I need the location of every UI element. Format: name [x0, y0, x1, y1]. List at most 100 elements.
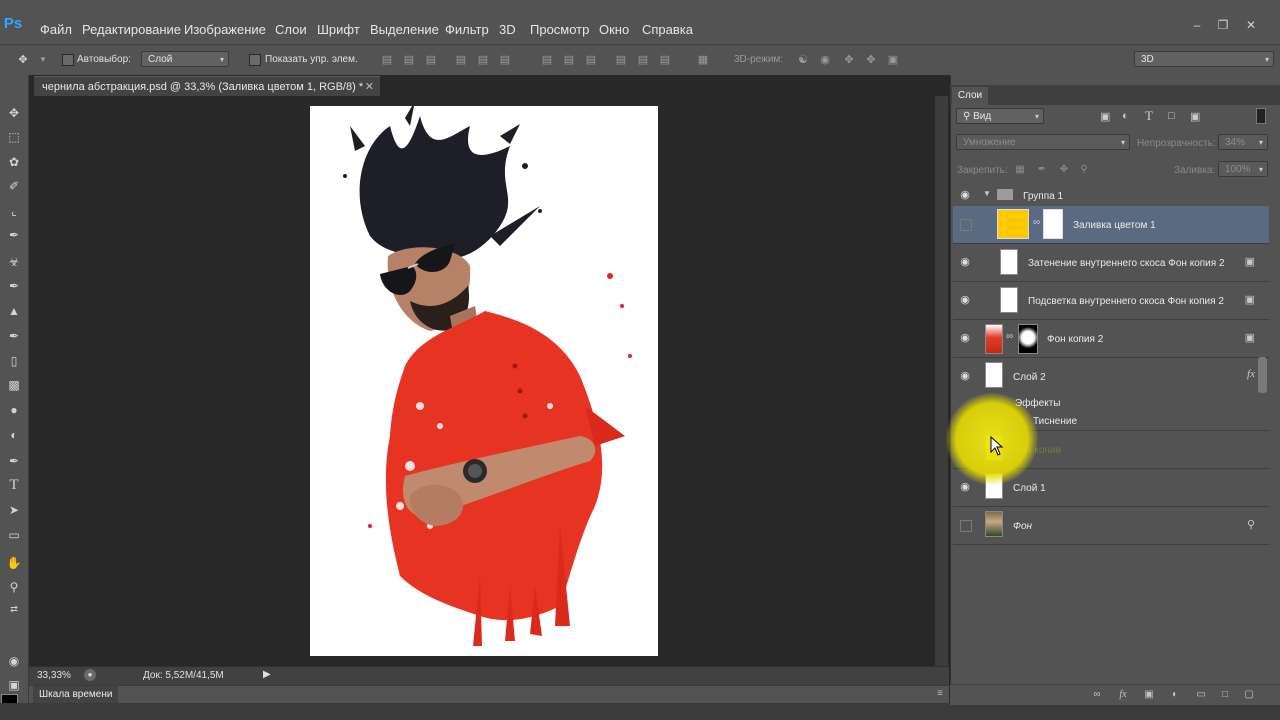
close-icon[interactable]: ✕: [1242, 16, 1260, 34]
menu-edit[interactable]: Редактирование: [82, 22, 181, 37]
filter-pixel-icon[interactable]: ▣: [1100, 110, 1110, 123]
screen-mode-icon[interactable]: ▣: [4, 675, 24, 695]
distribute-bottom-icon[interactable]: ▤: [584, 53, 598, 67]
link-icon[interactable]: ∞: [1033, 217, 1040, 228]
marquee-tool-icon[interactable]: ⬚: [4, 127, 24, 147]
gradient-tool-icon[interactable]: ▩: [4, 375, 24, 395]
distribute-left-icon[interactable]: ▤: [614, 53, 628, 67]
add-style-icon[interactable]: fx: [1116, 688, 1130, 702]
visibility-off-box[interactable]: [960, 219, 972, 231]
play-arrow-icon[interactable]: ▶: [263, 669, 271, 680]
hand-tool-icon[interactable]: ✋: [4, 553, 24, 573]
quick-select-tool-icon[interactable]: ✐: [4, 176, 24, 196]
menu-image[interactable]: Изображение: [184, 22, 266, 37]
lock-transparent-icon[interactable]: ▦: [1014, 164, 1026, 176]
layer-inner-bevel-shadow[interactable]: ◉ Затенение внутреннего скоса Фон копия …: [953, 244, 1269, 282]
align-bottom-icon[interactable]: ▤: [424, 53, 438, 67]
fill-input[interactable]: 100% ▾: [1218, 161, 1268, 177]
autoselect-select[interactable]: Слой ▾: [141, 51, 229, 67]
eraser-tool-icon[interactable]: ▯: [4, 351, 24, 371]
eye-icon[interactable]: ◉: [957, 479, 973, 495]
lock-pixels-icon[interactable]: ✒: [1036, 164, 1048, 176]
type-tool-icon[interactable]: T: [4, 475, 24, 495]
lock-all-icon[interactable]: ⚲: [1078, 164, 1090, 176]
filter-smart-object-icon[interactable]: ▣: [1190, 110, 1200, 123]
workspace-select[interactable]: 3D ▾: [1134, 51, 1274, 67]
status-info-icon[interactable]: ●: [84, 669, 96, 681]
layer-mask-thumbnail[interactable]: [1043, 209, 1063, 239]
menu-window[interactable]: Окно: [599, 22, 629, 37]
quick-mask-icon[interactable]: ◉: [4, 651, 24, 671]
filter-toggle-switch[interactable]: [1256, 108, 1266, 124]
filter-adjustment-icon[interactable]: ◐: [1122, 110, 1129, 122]
slide-3d-icon[interactable]: ✥: [864, 53, 878, 67]
layer-thumbnail[interactable]: [1000, 249, 1018, 275]
minimize-icon[interactable]: –: [1188, 16, 1206, 34]
eye-icon[interactable]: ◉: [957, 187, 973, 203]
video-camera-icon[interactable]: ▣: [886, 53, 900, 67]
add-mask-icon[interactable]: ▣: [1142, 688, 1156, 702]
eye-icon[interactable]: ◉: [957, 368, 973, 384]
canvas-scrollbar[interactable]: [935, 96, 948, 666]
show-transform-checkbox[interactable]: [249, 54, 261, 66]
fill-color-thumbnail[interactable]: [997, 209, 1029, 239]
brush-tool-icon[interactable]: ✒: [4, 276, 24, 296]
distribute-top-icon[interactable]: ▤: [540, 53, 554, 67]
link-icon[interactable]: ∞: [1006, 331, 1013, 342]
lasso-tool-icon[interactable]: ✿: [4, 152, 24, 172]
chevron-down-icon[interactable]: ▼: [983, 189, 991, 198]
menu-file[interactable]: Файл: [40, 22, 72, 37]
healing-brush-tool-icon[interactable]: ☣: [4, 252, 24, 272]
menu-filter[interactable]: Фильтр: [445, 22, 489, 37]
move-tool-icon[interactable]: ✥: [16, 53, 30, 67]
close-tab-icon[interactable]: ✕: [365, 77, 374, 97]
layers-tab[interactable]: Слои: [952, 87, 988, 105]
path-select-tool-icon[interactable]: ➤: [4, 500, 24, 520]
dodge-tool-icon[interactable]: ◐: [4, 425, 24, 445]
restore-icon[interactable]: ❐: [1214, 16, 1232, 34]
layer-thumbnail[interactable]: [985, 324, 1003, 354]
layer-filter-select[interactable]: ⚲ Вид ▾: [956, 108, 1044, 124]
autoselect-checkbox[interactable]: [62, 54, 74, 66]
move-tool-icon[interactable]: ✥: [4, 103, 24, 123]
roll-3d-icon[interactable]: ◉: [818, 53, 832, 67]
new-group-icon[interactable]: ▭: [1194, 688, 1208, 702]
eyedropper-tool-icon[interactable]: ✒: [4, 225, 24, 245]
new-layer-icon[interactable]: □: [1218, 688, 1232, 702]
zoom-tool-icon[interactable]: ⚲: [4, 577, 24, 597]
pan-3d-icon[interactable]: ✥: [842, 53, 856, 67]
visibility-off-box[interactable]: [960, 520, 972, 532]
layer-fill-color-1[interactable]: ∞ Заливка цветом 1: [953, 206, 1269, 244]
layer-group-1[interactable]: ◉ ▼ Группа 1: [953, 184, 1269, 207]
link-layers-icon[interactable]: ∞: [1090, 688, 1104, 702]
eye-icon[interactable]: ◉: [957, 292, 973, 308]
layer-mask-thumbnail[interactable]: [1018, 324, 1038, 354]
menu-layers[interactable]: Слои: [275, 22, 307, 37]
emboss-effect-label[interactable]: Тиснение: [1033, 416, 1077, 427]
distribute-right-icon[interactable]: ▤: [658, 53, 672, 67]
filter-type-icon[interactable]: T: [1145, 108, 1153, 124]
eye-icon[interactable]: ◉: [957, 254, 973, 270]
distribute-vcenter-icon[interactable]: ▤: [562, 53, 576, 67]
new-adjustment-icon[interactable]: ◐: [1168, 688, 1182, 702]
eye-icon[interactable]: ◉: [957, 330, 973, 346]
blur-tool-icon[interactable]: ●: [4, 400, 24, 420]
delete-layer-icon[interactable]: ▢: [1242, 688, 1256, 702]
document-tab[interactable]: чернила абстракция.psd @ 33,3% (Заливка …: [34, 76, 380, 96]
history-brush-tool-icon[interactable]: ✒: [4, 326, 24, 346]
layer-thumbnail[interactable]: [985, 362, 1003, 388]
stamp-tool-icon[interactable]: ▲: [4, 301, 24, 321]
align-vcenter-icon[interactable]: ▤: [402, 53, 416, 67]
menu-type[interactable]: Шрифт: [317, 22, 360, 37]
align-left-icon[interactable]: ▤: [454, 53, 468, 67]
timeline-panel-bar[interactable]: Шкала времени ≡: [29, 685, 949, 704]
chevron-down-icon[interactable]: ▼: [36, 53, 50, 67]
layer-inner-bevel-highlight[interactable]: ◉ Подсветка внутреннего скоса Фон копия …: [953, 282, 1269, 320]
menu-help[interactable]: Справка: [642, 22, 693, 37]
menu-view[interactable]: Просмотр: [530, 22, 589, 37]
timeline-tab[interactable]: Шкала времени: [33, 686, 119, 704]
distribute-hcenter-icon[interactable]: ▤: [636, 53, 650, 67]
orbit-3d-icon[interactable]: ☯: [796, 53, 810, 67]
blend-mode-select[interactable]: Умножение ▾: [956, 134, 1130, 150]
align-hcenter-icon[interactable]: ▤: [476, 53, 490, 67]
